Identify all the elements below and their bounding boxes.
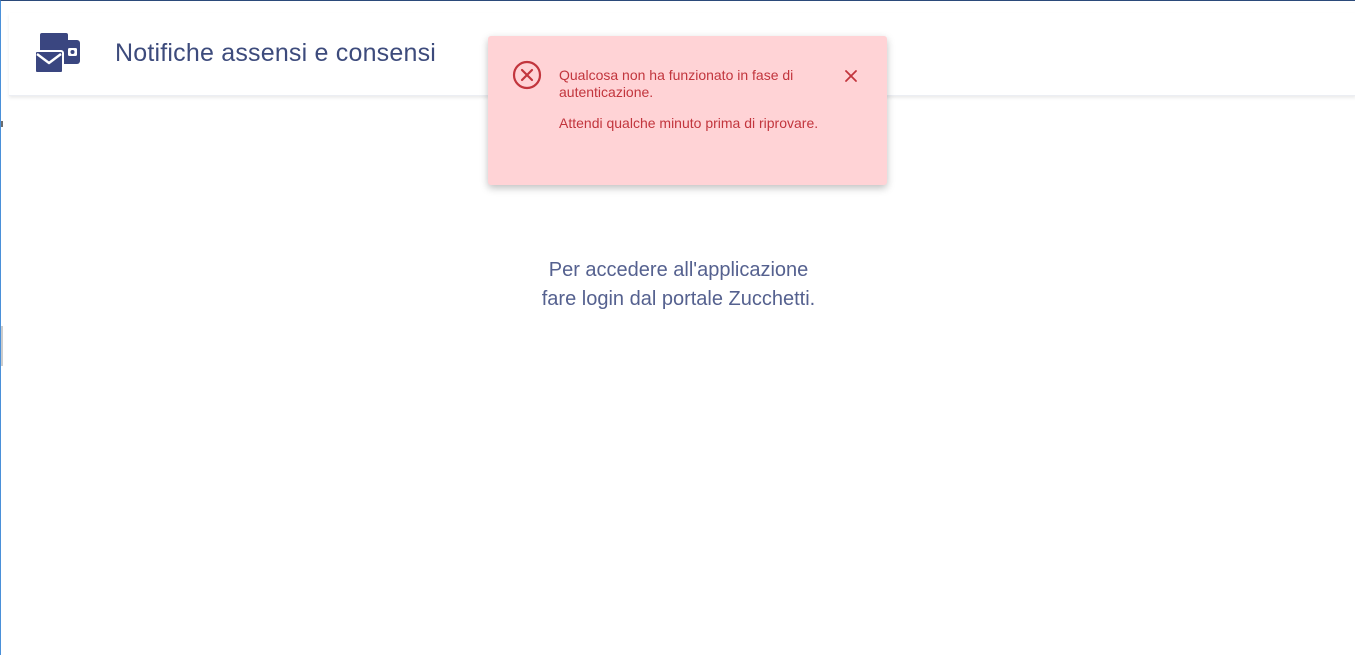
- login-message-line-2: fare login dal portale Zucchetti.: [541, 288, 816, 310]
- toast-message-retry-hint: Attendi qualche minuto prima di riprovar…: [559, 115, 819, 131]
- close-icon[interactable]: [840, 65, 862, 87]
- login-message-line-1: Per accedere all'applicazione: [548, 259, 809, 281]
- app-window: Notifiche assensi e consensi Per acceder…: [0, 0, 1355, 655]
- app-title: Notifiche assensi e consensi: [115, 39, 437, 67]
- error-toast: Qualcosa non ha funzionato in fase di au…: [488, 36, 887, 185]
- window-edge-mark: [1, 121, 3, 127]
- toast-message: Qualcosa non ha funzionato in fase di au…: [559, 67, 834, 132]
- error-circle-x-icon: [512, 60, 542, 90]
- mail-wallet-icon: [34, 32, 82, 76]
- login-required-message: Per accedere all'applicazione fare login…: [1, 256, 1355, 314]
- window-edge-mark: [1, 326, 3, 366]
- toast-message-auth-failed: Qualcosa non ha funzionato in fase di au…: [559, 67, 794, 100]
